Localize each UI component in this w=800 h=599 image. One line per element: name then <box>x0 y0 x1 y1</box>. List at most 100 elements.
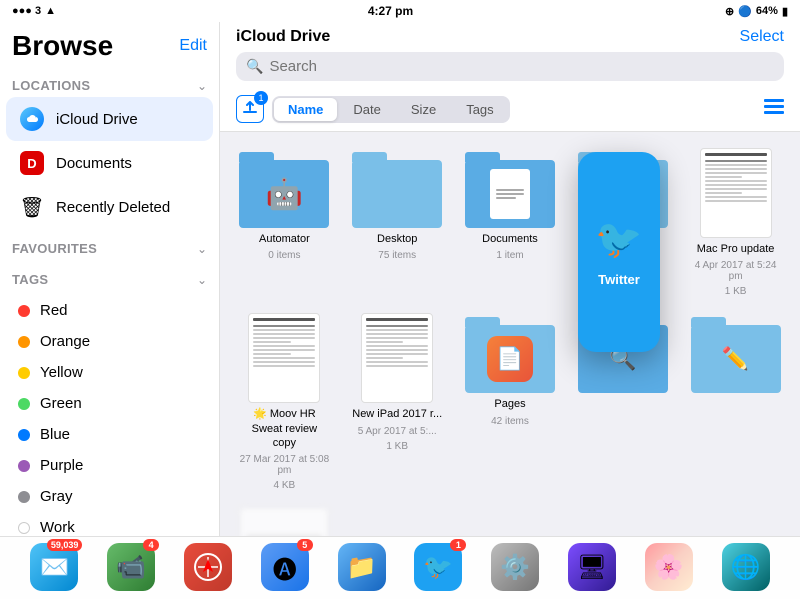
tag-item-blue[interactable]: Blue <box>6 419 213 450</box>
tab-name[interactable]: Name <box>274 98 337 121</box>
pages-folder-icon: 📄 <box>465 313 555 393</box>
twitter-overlay-label: Twitter <box>598 272 640 287</box>
sort-tabs: 1 Name Date Size Tags <box>236 89 784 131</box>
icloud-drive-label: iCloud Drive <box>56 111 138 128</box>
work-dot <box>18 522 30 534</box>
dock-item-files[interactable]: 📁 <box>338 543 386 591</box>
file-item-ipad-review[interactable]: New iPad 2017 r... 5 Apr 2017 at 5:... 1… <box>349 313 446 491</box>
dock-item-facetime[interactable]: 📹 4 <box>107 543 155 591</box>
red-label: Red <box>40 302 68 319</box>
orange-dot <box>18 336 30 348</box>
dock-item-appstore[interactable]: 🅐 5 <box>261 543 309 591</box>
files-grid: 🤖 Automator 0 items Desktop 75 items <box>220 132 800 536</box>
documents-folder-name: Documents <box>482 232 538 246</box>
tab-size[interactable]: Size <box>397 98 450 121</box>
tag-item-orange[interactable]: Orange <box>6 326 213 357</box>
battery-icon: ▮ <box>782 5 788 18</box>
mac-pro-preview <box>700 148 772 238</box>
upload-button[interactable]: 1 <box>236 95 264 123</box>
tag-item-gray[interactable]: Gray <box>6 481 213 512</box>
dock-item-photos[interactable]: 🌸 <box>645 543 693 591</box>
twitter-overlay-card[interactable]: 🐦 Twitter <box>578 152 660 352</box>
desktop-name: Desktop <box>377 232 417 246</box>
tag-item-green[interactable]: Green <box>6 388 213 419</box>
dock-item-proxyman[interactable]: 🖥 <box>568 543 616 591</box>
moov-hr-preview <box>248 313 320 403</box>
folder2-icon: ✏️ <box>691 313 781 393</box>
sidebar-item-documents[interactable]: D Documents <box>6 141 213 185</box>
content-header: iCloud Drive Select 🔍 1 Name Date Size T… <box>220 22 800 132</box>
dock-item-safari2[interactable]: 🌐 <box>722 543 770 591</box>
files-dock-icon: 📁 <box>338 543 386 591</box>
tab-group: Name Date Size Tags <box>272 96 510 123</box>
sidebar-header: Browse Edit <box>0 22 219 66</box>
yellow-label: Yellow <box>40 364 83 381</box>
facetime-badge: 4 <box>143 539 159 551</box>
favourites-chevron-icon[interactable]: ⌄ <box>197 242 207 256</box>
edit-button[interactable]: Edit <box>179 37 207 55</box>
file-item-desktop[interactable]: Desktop 75 items <box>349 148 446 297</box>
automator-meta: 0 items <box>268 250 300 261</box>
file-item-automator[interactable]: 🤖 Automator 0 items <box>236 148 333 297</box>
file-item-documents-folder[interactable]: Documents 1 item <box>462 148 559 297</box>
blue-label: Blue <box>40 426 70 443</box>
ipad-preview <box>361 313 433 403</box>
dock-item-twitter[interactable]: 🐦 1 <box>414 543 462 591</box>
search-input[interactable] <box>269 58 774 75</box>
tags-section-header: Tags ⌄ <box>0 260 219 291</box>
tab-tags[interactable]: Tags <box>452 98 507 121</box>
tab-date[interactable]: Date <box>339 98 394 121</box>
mail-badge: 59,039 <box>47 539 83 551</box>
dock-item-settings[interactable]: ⚙️ <box>491 543 539 591</box>
moov-hr-size: 4 KB <box>274 480 296 491</box>
desktop-folder-icon <box>352 148 442 228</box>
purple-dot <box>18 460 30 472</box>
mac-pro-size: 1 KB <box>725 286 747 297</box>
documents-label: Documents <box>56 155 132 172</box>
sidebar-item-icloud[interactable]: iCloud Drive <box>6 97 213 141</box>
dock: ✉️ 59,039 📹 4 🅐 5 📁 🐦 1 ⚙️ 🖥 🌸 🌐 <box>0 536 800 599</box>
moov-hr-name: 🌟 Moov HR Sweat review copy <box>239 407 329 450</box>
purple-label: Purple <box>40 457 83 474</box>
search-icon: 🔍 <box>246 58 263 75</box>
file-item-moov-hr[interactable]: 🌟 Moov HR Sweat review copy 27 Mar 2017 … <box>236 313 333 491</box>
photos-icon: 🌸 <box>645 543 693 591</box>
tag-item-work[interactable]: Work <box>6 512 213 536</box>
battery-percent: 64% <box>756 5 778 17</box>
tag-item-red[interactable]: Red <box>6 295 213 326</box>
tag-item-purple[interactable]: Purple <box>6 450 213 481</box>
location-icon: ⊕ <box>725 5 734 18</box>
status-bar: ●●● 3 ▲ 4:27 pm ⊕ 🔵 64% ▮ <box>0 0 800 22</box>
trash-icon: 🗑 <box>18 193 46 221</box>
automator-name: Automator <box>259 232 310 246</box>
gray-label: Gray <box>40 488 73 505</box>
content-title-bar: iCloud Drive Select <box>236 22 784 52</box>
dock-item-safari[interactable] <box>184 543 232 591</box>
proxyman-icon: 🖥 <box>568 543 616 591</box>
search-bar[interactable]: 🔍 <box>236 52 784 81</box>
main-layout: Browse Edit Locations ⌄ iCloud Drive D D… <box>0 22 800 536</box>
tag-item-yellow[interactable]: Yellow <box>6 357 213 388</box>
settings-dock-icon: ⚙️ <box>491 543 539 591</box>
file-item-mac-pro[interactable]: Mac Pro update 4 Apr 2017 at 5:24 pm 1 K… <box>687 148 784 297</box>
ipad-review-name: New iPad 2017 r... <box>352 407 442 421</box>
upload-badge: 1 <box>254 91 268 105</box>
documents-folder-meta: 1 item <box>496 250 523 261</box>
appstore-badge: 5 <box>297 539 313 551</box>
dock-item-mail[interactable]: ✉️ 59,039 <box>30 543 78 591</box>
file-item-pages[interactable]: 📄 Pages 42 items <box>462 313 559 491</box>
sidebar-item-recently-deleted[interactable]: 🗑 Recently Deleted <box>6 185 213 229</box>
locations-chevron-icon[interactable]: ⌄ <box>197 79 207 93</box>
list-view-button[interactable] <box>764 99 784 120</box>
pages-meta: 42 items <box>491 416 529 427</box>
select-button[interactable]: Select <box>740 28 784 46</box>
content-area: iCloud Drive Select 🔍 1 Name Date Size T… <box>220 22 800 536</box>
sidebar: Browse Edit Locations ⌄ iCloud Drive D D… <box>0 22 220 536</box>
file-item-folder2[interactable]: ✏️ <box>687 313 784 491</box>
orange-label: Orange <box>40 333 90 350</box>
twitter-bird-icon: 🐦 <box>595 218 642 262</box>
safari-dock-icon <box>184 543 232 591</box>
tags-chevron-icon[interactable]: ⌄ <box>197 273 207 287</box>
moov-hr-meta: 27 Mar 2017 at 5:08 pm <box>236 454 333 476</box>
file-item-blurred[interactable]: ...ed 4:05 pm <box>236 507 333 536</box>
